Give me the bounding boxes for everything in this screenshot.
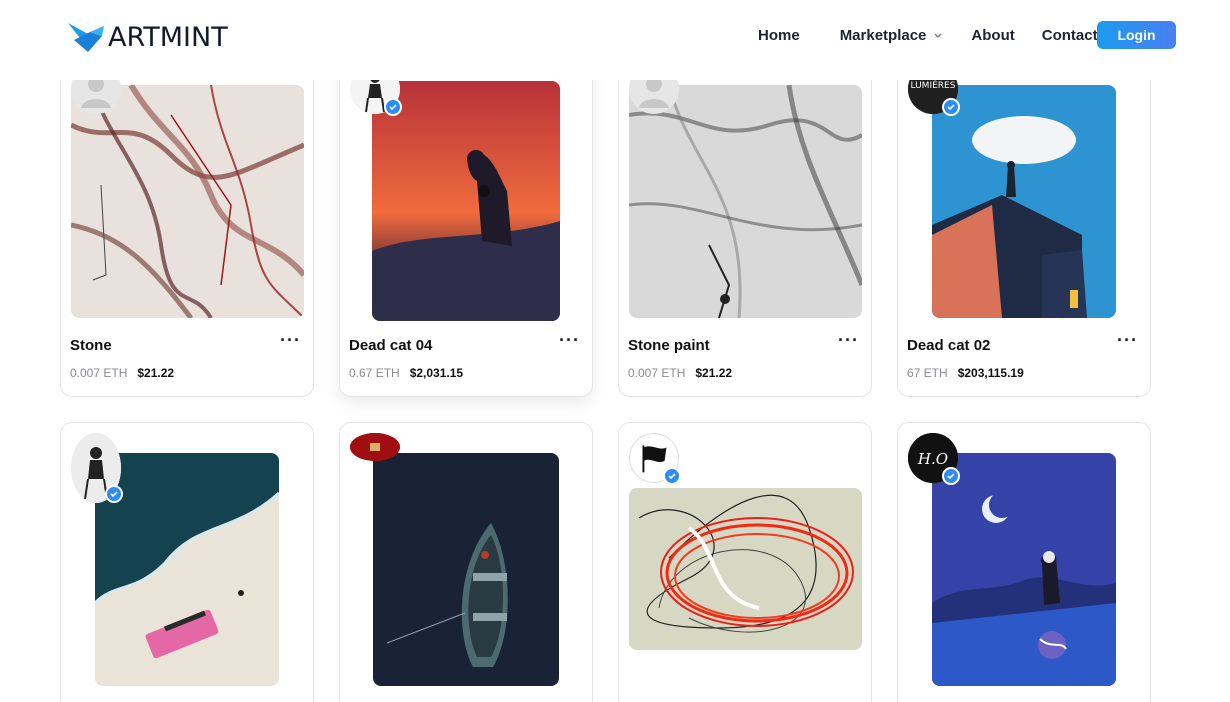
login-button[interactable]: Login — [1097, 21, 1176, 49]
artwork-image[interactable] — [932, 85, 1116, 318]
verified-badge-icon — [942, 467, 960, 485]
nav-contact[interactable]: Contact — [1042, 27, 1098, 44]
nft-card[interactable]: Dead cat 04 ··· 0.67 ETH $2,031.15 — [339, 60, 593, 397]
artmint-logo[interactable]: ARTMINT — [66, 20, 228, 54]
nav-home[interactable]: Home — [758, 27, 800, 44]
main-nav: Home Marketplace About Contact — [758, 24, 1098, 46]
creator-avatar[interactable]: H.O — [908, 433, 960, 485]
artwork-image[interactable] — [373, 453, 559, 686]
creator-avatar[interactable] — [71, 433, 123, 503]
price-usd: $21.22 — [137, 366, 175, 380]
more-options-icon[interactable]: ··· — [280, 331, 301, 349]
price-row: 67 ETH $203,115.19 — [907, 366, 1024, 380]
nft-card[interactable] — [618, 422, 872, 702]
price-usd: $2,031.15 — [409, 366, 464, 380]
price-row: 0.007 ETH $21.22 — [70, 366, 174, 380]
price-eth: 0.007 ETH — [628, 366, 686, 380]
price-eth: 0.007 ETH — [70, 366, 128, 380]
nft-card[interactable]: Stone paint ··· 0.007 ETH $21.22 — [618, 60, 872, 397]
more-options-icon[interactable]: ··· — [838, 331, 859, 349]
artwork-image[interactable] — [629, 85, 862, 318]
artwork-image[interactable] — [629, 488, 862, 650]
artwork-image[interactable] — [71, 85, 304, 318]
more-options-icon[interactable]: ··· — [1117, 331, 1138, 349]
verified-badge-icon — [942, 98, 960, 116]
site-header: ARTMINT Home Marketplace About Contact L… — [0, 0, 1230, 80]
price-row: 0.67 ETH $2,031.15 — [349, 366, 463, 380]
nav-marketplace-label[interactable]: Marketplace — [840, 27, 927, 44]
price-eth: 67 ETH — [907, 366, 948, 380]
creator-avatar[interactable] — [350, 433, 400, 461]
price-usd: $203,115.19 — [957, 366, 1024, 380]
more-options-icon[interactable]: ··· — [559, 331, 580, 349]
price-eth: 0.67 ETH — [349, 366, 400, 380]
verified-badge-icon — [384, 98, 402, 116]
artwork-image[interactable] — [95, 453, 279, 686]
card-title[interactable]: Stone paint — [628, 337, 710, 354]
verified-badge-icon — [663, 467, 681, 485]
avatar-label: H.O — [917, 450, 948, 468]
artwork-image[interactable] — [372, 81, 560, 321]
nav-marketplace[interactable]: Marketplace — [840, 27, 945, 44]
price-usd: $21.22 — [695, 366, 733, 380]
price-row: 0.007 ETH $21.22 — [628, 366, 732, 380]
nft-card[interactable] — [60, 422, 314, 702]
brand-name: ARTMINT — [108, 21, 228, 53]
nav-about[interactable]: About — [971, 27, 1014, 44]
nft-card[interactable] — [339, 422, 593, 702]
avatar-label: LUMIÈRES — [911, 79, 956, 91]
card-title[interactable]: Dead cat 02 — [907, 337, 990, 354]
card-title[interactable]: Stone — [70, 337, 112, 354]
artwork-image[interactable] — [932, 453, 1116, 686]
nft-card[interactable]: H.O — [897, 422, 1151, 702]
card-title[interactable]: Dead cat 04 — [349, 337, 432, 354]
chevron-down-icon[interactable] — [932, 29, 944, 41]
nft-card[interactable]: Stone ··· 0.007 ETH $21.22 — [60, 60, 314, 397]
nft-card[interactable]: LUMIÈRES Dead cat 02 ··· 67 ETH $203,115… — [897, 60, 1151, 397]
creator-avatar[interactable] — [629, 433, 681, 485]
verified-badge-icon — [105, 485, 123, 503]
artmint-logo-icon — [68, 23, 104, 52]
